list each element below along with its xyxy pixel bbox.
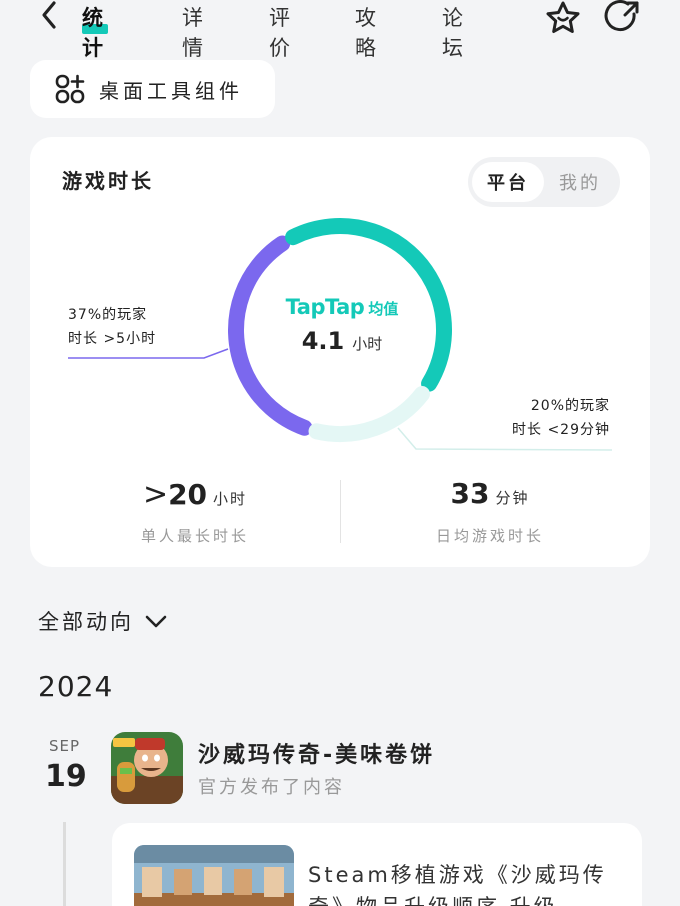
- game-icon[interactable]: [111, 732, 183, 804]
- right-annotation-line2: 时长 <29分钟: [512, 422, 610, 438]
- entry-month: SEP: [49, 737, 81, 755]
- average-hours-value: 4.1: [301, 327, 345, 355]
- timeline-line: [63, 822, 66, 906]
- chevron-down-icon: [145, 615, 167, 628]
- game-title[interactable]: 沙威玛传奇-美味卷饼: [198, 737, 435, 769]
- tab-reviews-label: 评价: [269, 6, 293, 60]
- taptap-brand: TapTap: [285, 295, 365, 319]
- back-arrow-icon: [42, 1, 56, 29]
- share-icon: [604, 0, 639, 32]
- widget-grid-icon: [55, 74, 85, 104]
- entry-subtitle: 官方发布了内容: [198, 777, 345, 798]
- tab-reviews[interactable]: 评价: [269, 0, 293, 60]
- right-annotation-line1: 20%的玩家: [530, 398, 610, 414]
- year-heading: 2024: [38, 670, 114, 703]
- daily-playtime-value: 33: [450, 477, 490, 510]
- max-playtime-unit: 小时: [213, 490, 248, 508]
- left-annotation-line2: 时长 >5小时: [68, 331, 157, 347]
- ring-center-value: 4.1 小时: [276, 327, 408, 355]
- max-playtime-prefix: >: [142, 477, 169, 512]
- play-time-card: 游戏时长 平台 我的 TapTap 均值 4.1 小时 37%的玩家 时长 >5小时…: [30, 137, 650, 567]
- tab-statistics-label: 统计: [82, 6, 106, 60]
- activity-filter-dropdown[interactable]: 全部动向: [38, 604, 168, 638]
- daily-playtime-metric: 33 分钟 日均游戏时长: [340, 477, 640, 546]
- tab-forum-label: 论坛: [442, 6, 466, 60]
- tab-guides-label: 攻略: [355, 6, 379, 60]
- tab-details-label: 详情: [182, 6, 206, 60]
- desktop-widget-label: 桌面工具组件: [99, 78, 243, 103]
- left-annotation-line1: 37%的玩家: [68, 307, 148, 323]
- share-button[interactable]: [604, 0, 644, 36]
- max-playtime-value: 20: [168, 478, 208, 511]
- average-label: 均值: [368, 300, 399, 318]
- average-hours-unit: 小时: [352, 335, 383, 353]
- post-text: Steam移植游戏《沙威玛传奇》物品升级顺序 升级: [308, 863, 607, 906]
- entry-day: 19: [45, 759, 87, 794]
- right-annotation: 20%的玩家 时长 <29分钟: [512, 394, 610, 442]
- post-thumbnail: [134, 845, 294, 906]
- tab-guides[interactable]: 攻略: [355, 0, 379, 60]
- tab-forum[interactable]: 论坛: [442, 0, 466, 60]
- max-playtime-metric: >20 小时 单人最长时长: [45, 477, 345, 546]
- tab-statistics[interactable]: 统计: [82, 0, 108, 60]
- desktop-widget-button[interactable]: 桌面工具组件: [30, 60, 275, 118]
- daily-playtime-caption: 日均游戏时长: [435, 527, 544, 545]
- post-card[interactable]: Steam移植游戏《沙威玛传奇》物品升级顺序 升级: [112, 823, 642, 906]
- star-icon: [546, 1, 580, 33]
- daily-playtime-unit: 分钟: [495, 489, 530, 507]
- game-artwork: [111, 732, 183, 804]
- activity-filter-label: 全部动向: [38, 610, 134, 634]
- ring-center-brand: TapTap 均值: [276, 295, 408, 319]
- back-button[interactable]: [36, 0, 64, 32]
- post-thumbnail-art: [134, 845, 294, 906]
- max-playtime-caption: 单人最长时长: [140, 527, 249, 545]
- favorite-button[interactable]: [543, 0, 583, 36]
- top-nav-bar: 统计 详情 评价 攻略 论坛: [0, 0, 680, 60]
- left-annotation: 37%的玩家 时长 >5小时: [68, 303, 156, 351]
- tab-details[interactable]: 详情: [182, 0, 206, 60]
